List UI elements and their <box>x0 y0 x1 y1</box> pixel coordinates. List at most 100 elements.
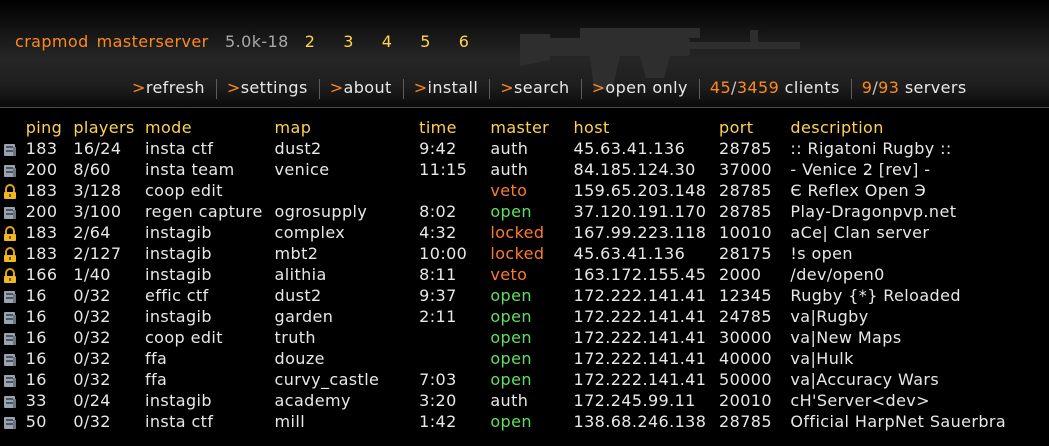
cell-master: open <box>490 328 532 347</box>
search-button[interactable]: >search <box>500 78 569 97</box>
col-mode[interactable]: mode <box>145 117 275 138</box>
table-row[interactable]: 166 1/40 instagib alithia 8:11 veto 163.172.15… <box>0 264 1049 285</box>
table-row[interactable]: 16 0/32 instagib garden 2:11 open 172.222.141.… <box>0 306 1049 327</box>
cell-players: 0/32 <box>73 286 111 305</box>
install-button[interactable]: >install <box>414 78 479 97</box>
cell-time: 4:32 <box>419 223 457 242</box>
page-tab-2[interactable]: 2 <box>305 32 344 51</box>
cell-mode: instagib <box>144 391 212 410</box>
cell-description: va|Accuracy Wars <box>790 370 940 389</box>
cell-map: garden <box>274 307 334 326</box>
cell-time: 3:20 <box>419 391 457 410</box>
version-label: 5.0k-18 <box>225 32 289 51</box>
cell-description: va|Hulk <box>790 349 854 368</box>
cell-map: dust2 <box>274 139 322 158</box>
cell-ping: 50 <box>25 412 47 431</box>
cell-time: 7:03 <box>419 370 457 389</box>
cell-mode: instagib <box>144 244 212 263</box>
cell-description: Rugby {*} Reloaded <box>790 286 961 305</box>
page-tab-3[interactable]: 3 <box>343 32 382 51</box>
cell-master: locked <box>490 223 545 242</box>
header-line: crapmod masterserver 5.0k-18 2 3 4 5 6 <box>15 32 497 51</box>
cell-mode: instagib <box>144 223 212 242</box>
cell-description: - Venice 2 [rev] - <box>790 160 931 179</box>
server-icon <box>0 390 26 411</box>
col-host[interactable]: host <box>574 117 720 138</box>
cell-master: open <box>490 286 532 305</box>
cell-port: 50000 <box>719 370 772 389</box>
cell-time: 8:11 <box>419 265 457 284</box>
cell-ping: 166 <box>25 265 58 284</box>
col-map[interactable]: map <box>275 117 420 138</box>
clients-count: 45/3459 clients <box>709 78 840 97</box>
col-players[interactable]: players <box>73 117 145 138</box>
server-icon <box>0 159 26 180</box>
table-row[interactable]: 183 2/64 instagib complex 4:32 locked 167.99.2… <box>0 222 1049 243</box>
table-row[interactable]: 33 0/24 instagib academy 3:20 auth 172.245.99.… <box>0 390 1049 411</box>
lock-icon <box>0 243 26 264</box>
cell-time: 11:15 <box>419 160 468 179</box>
cell-master: open <box>490 349 532 368</box>
cell-time: 10:00 <box>419 244 468 263</box>
cell-host: 172.222.141.41 <box>573 307 707 326</box>
lock-icon <box>0 222 26 243</box>
open-only-toggle[interactable]: >open only <box>592 78 688 97</box>
cell-players: 8/60 <box>73 160 111 179</box>
page-tab-6[interactable]: 6 <box>459 32 498 51</box>
cell-map: academy <box>274 391 351 410</box>
cell-mode: effic ctf <box>144 286 209 305</box>
cell-port: 28175 <box>719 244 772 263</box>
table-row[interactable]: 16 0/32 coop edit truth open 172.222.141.41 30… <box>0 327 1049 348</box>
server-icon <box>0 138 26 159</box>
server-icon <box>0 411 26 432</box>
about-button[interactable]: >about <box>330 78 392 97</box>
col-master[interactable]: master <box>490 117 573 138</box>
server-icon <box>0 306 26 327</box>
cell-time <box>419 348 490 369</box>
menu-separator <box>850 78 852 99</box>
cell-map: curvy_castle <box>274 370 380 389</box>
cell-host: 172.245.99.11 <box>573 391 696 410</box>
cell-mode: insta ctf <box>144 412 214 431</box>
cell-ping: 33 <box>25 391 47 410</box>
cell-description: :: Rigatoni Rugby :: <box>790 139 952 158</box>
col-time[interactable]: time <box>419 117 490 138</box>
cell-ping: 183 <box>25 223 58 242</box>
cell-description: aCe| Clan server <box>790 223 930 242</box>
table-row[interactable]: 16 0/32 ffa douze open 172.222.141.41 40000 va|… <box>0 348 1049 369</box>
settings-button[interactable]: >settings <box>227 78 308 97</box>
brand-title: crapmod <box>15 32 89 51</box>
refresh-button[interactable]: >refresh <box>132 78 205 97</box>
table-row[interactable]: 183 3/128 coop edit veto 159.65.203.148 28785… <box>0 180 1049 201</box>
col-port[interactable]: port <box>719 117 790 138</box>
table-header: ping players mode map time master host p… <box>0 117 1049 138</box>
cell-description: va|Rugby <box>790 307 869 326</box>
cell-players: 0/32 <box>73 349 111 368</box>
cell-host: 172.222.141.41 <box>573 370 707 389</box>
table-row[interactable]: 200 3/100 regen capture ogrosupply 8:02 open 3… <box>0 201 1049 222</box>
table-row[interactable]: 200 8/60 insta team venice 11:15 auth 84.185.1… <box>0 159 1049 180</box>
table-row[interactable]: 183 2/127 instagib mbt2 10:00 locked 45.63.41.… <box>0 243 1049 264</box>
cell-master: open <box>490 370 532 389</box>
page-tab-4[interactable]: 4 <box>382 32 421 51</box>
menu-separator <box>580 78 582 99</box>
server-icon <box>0 201 26 222</box>
cell-mode: insta ctf <box>144 139 214 158</box>
cell-master: auth <box>490 391 529 410</box>
table-row[interactable]: 16 0/32 effic ctf dust2 9:37 open 172.222.141.… <box>0 285 1049 306</box>
table-row[interactable]: 183 16/24 insta ctf dust2 9:42 auth 45.63.41.1… <box>0 138 1049 159</box>
cell-map: mbt2 <box>274 244 319 263</box>
cell-mode: instagib <box>144 265 212 284</box>
col-description[interactable]: description <box>790 117 1049 138</box>
cell-host: 172.222.141.41 <box>573 286 707 305</box>
col-ping[interactable]: ping <box>26 117 74 138</box>
cell-time <box>419 327 490 348</box>
cell-port: 28785 <box>719 181 772 200</box>
page-tab-5[interactable]: 5 <box>420 32 459 51</box>
cell-port: 30000 <box>719 328 772 347</box>
cell-master: veto <box>490 265 528 284</box>
cell-port: 40000 <box>719 349 772 368</box>
cell-description: cH'Server<dev> <box>790 391 930 410</box>
table-row[interactable]: 16 0/32 ffa curvy_castle 7:03 open 172.222.141… <box>0 369 1049 390</box>
table-row[interactable]: 50 0/32 insta ctf mill 1:42 open 138.68.246.13… <box>0 411 1049 432</box>
